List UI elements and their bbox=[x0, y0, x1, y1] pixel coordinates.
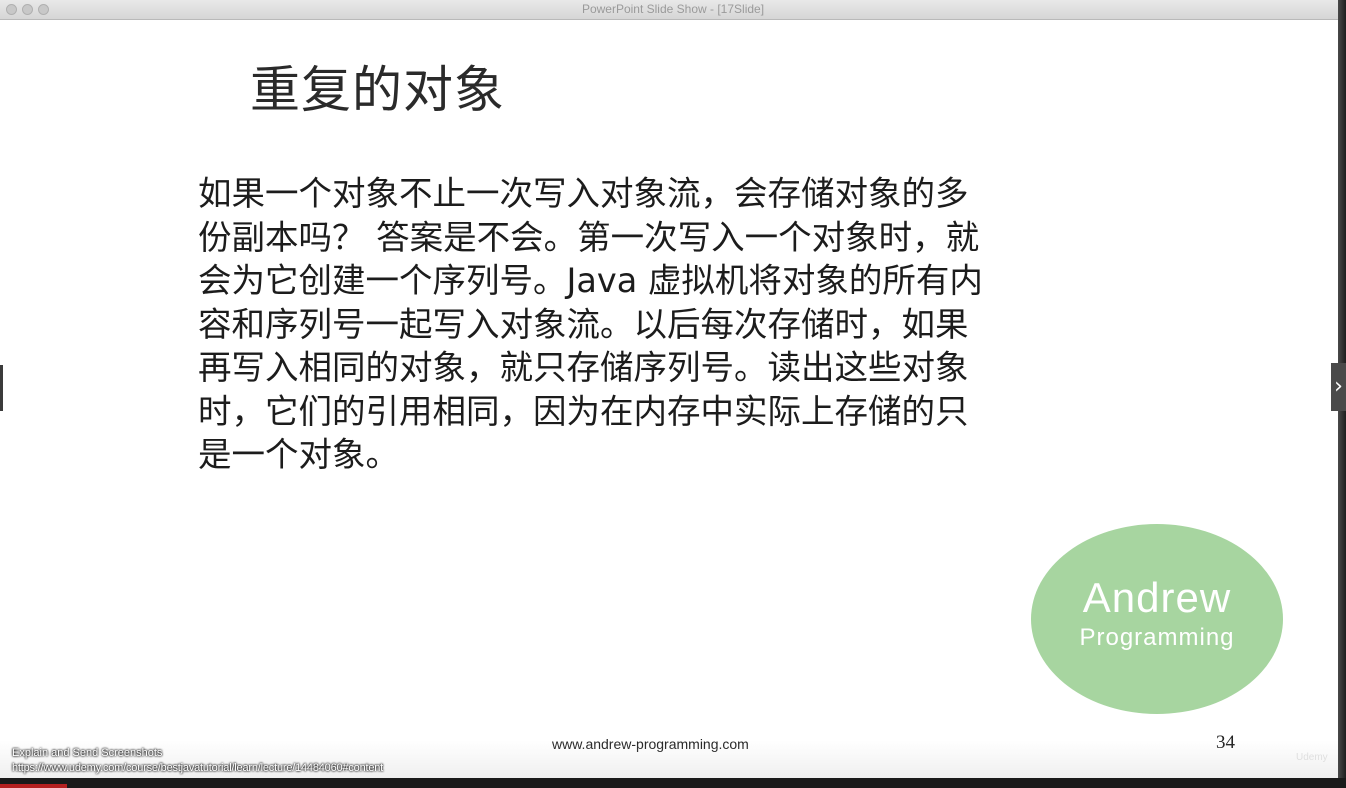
window-title: PowerPoint Slide Show - [17Slide] bbox=[581, 2, 765, 16]
page-number: 34 bbox=[1216, 732, 1235, 753]
player-bottom-bar bbox=[0, 778, 1346, 788]
hint-label: Explain and Send Screenshots bbox=[12, 747, 163, 759]
slide-body: 如果一个对象不止一次写入对象流，会存储对象的多 份副本吗？ 答案是不会。第一次写… bbox=[198, 172, 1118, 477]
udemy-watermark: Udemy bbox=[1296, 752, 1328, 763]
screenshot-hint[interactable]: Explain and Send Screenshots https://www… bbox=[12, 746, 383, 776]
slide-title: 重复的对象 bbox=[250, 61, 505, 119]
chevron-left-icon[interactable] bbox=[0, 365, 3, 411]
body-line: 容和序列号一起写入对象流。以后每次存储时，如果 bbox=[198, 304, 969, 344]
chevron-right-icon[interactable]: › bbox=[1331, 363, 1346, 411]
andrew-programming-logo: Andrew Programming bbox=[1031, 524, 1283, 714]
body-line: 如果一个对象不止一次写入对象流，会存储对象的多 bbox=[198, 174, 969, 213]
logo-line-2: Programming bbox=[1079, 624, 1235, 651]
body-line: 再写入相同的对象，就只存储序列号。读出这些对象 bbox=[198, 348, 969, 387]
logo-line-1: Andrew bbox=[1082, 574, 1232, 621]
body-line: 会为它创建一个序列号。Java 虚拟机将对象的所有内 bbox=[198, 261, 983, 300]
body-line: 时，它们的引用相同，因为在内存中实际上存储的只 bbox=[198, 391, 969, 431]
playback-progress-bar[interactable] bbox=[0, 784, 68, 788]
window-titlebar: PowerPoint Slide Show - [17Slide] bbox=[0, 0, 1346, 20]
footer-url: www.andrew-programming.com bbox=[552, 736, 749, 752]
body-line: 是一个对象。 bbox=[198, 435, 399, 474]
body-line: 份副本吗？ 答案是不会。第一次写入一个对象时，就 bbox=[198, 217, 980, 257]
slide[interactable]: 重复的对象 如果一个对象不止一次写入对象流，会存储对象的多 份副本吗？ 答案是不… bbox=[0, 20, 1338, 778]
hint-url: https://www.udemy.com/course/bestjavatut… bbox=[12, 762, 384, 774]
